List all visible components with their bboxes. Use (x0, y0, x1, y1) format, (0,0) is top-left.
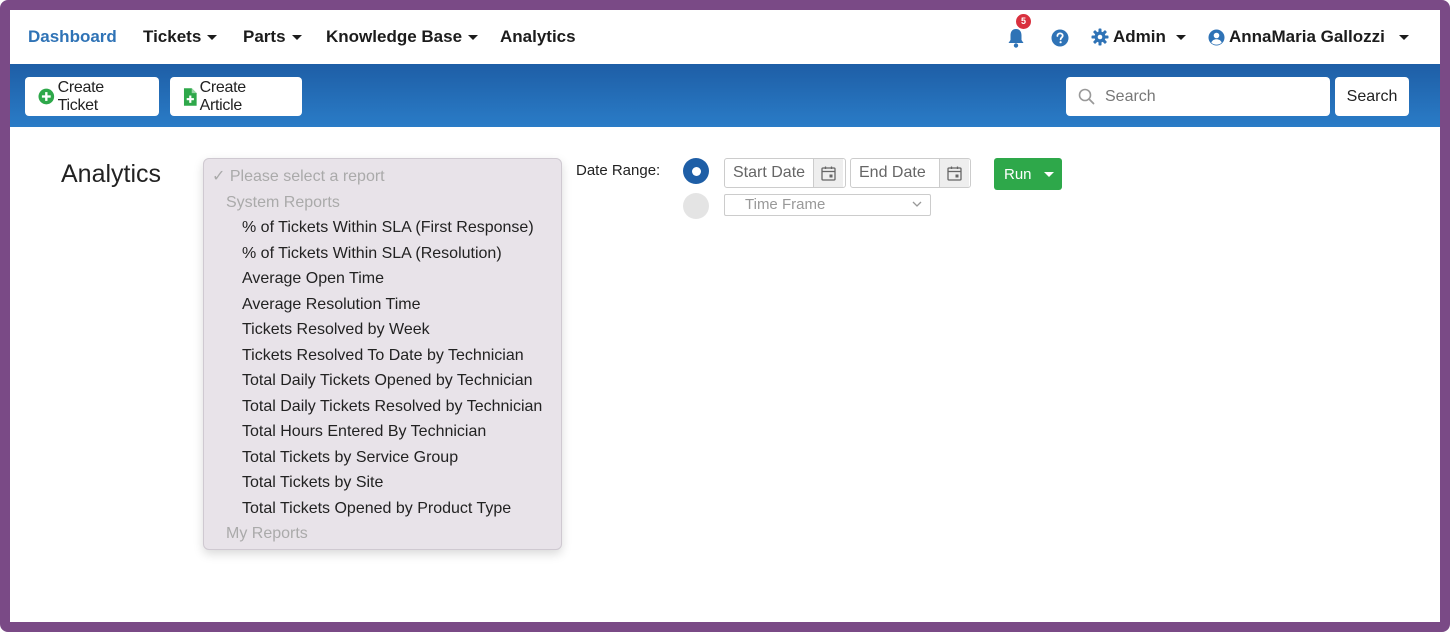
report-option-placeholder[interactable]: ✓ Please select a report (204, 164, 561, 190)
report-option[interactable]: Total Tickets Opened by Product Type (204, 496, 561, 522)
help-button[interactable] (1051, 29, 1069, 47)
gear-icon (1091, 28, 1109, 46)
calendar-icon (947, 166, 962, 181)
report-option[interactable]: Total Hours Entered By Technician (204, 419, 561, 445)
plus-circle-icon (38, 88, 55, 105)
report-option[interactable]: Average Open Time (204, 266, 561, 292)
report-option[interactable]: Tickets Resolved by Week (204, 317, 561, 343)
nav-admin[interactable]: Admin (1091, 27, 1186, 47)
nav-dashboard-label: Dashboard (28, 27, 117, 46)
nav-dashboard[interactable]: Dashboard (28, 27, 117, 47)
user-circle-icon (1208, 29, 1225, 45)
nav-parts-label: Parts (243, 27, 286, 46)
app-frame: Dashboard Tickets Parts Knowledge Base A… (0, 0, 1450, 632)
report-option[interactable]: % of Tickets Within SLA (Resolution) (204, 241, 561, 267)
chevron-down-icon (468, 34, 479, 40)
report-option[interactable]: Total Tickets by Service Group (204, 445, 561, 471)
report-option[interactable]: Tickets Resolved To Date by Technician (204, 343, 561, 369)
create-article-button[interactable]: Create Article (170, 77, 302, 116)
nav-analytics-label: Analytics (500, 27, 576, 46)
run-dropdown-caret-icon[interactable] (1044, 171, 1054, 177)
search-input[interactable] (1105, 87, 1305, 106)
end-date-input[interactable] (851, 159, 939, 187)
create-ticket-label: Create Ticket (57, 78, 105, 114)
search-field[interactable] (1066, 77, 1330, 116)
action-toolbar: Create Ticket Create Article Search (10, 64, 1440, 127)
file-plus-icon (183, 87, 197, 106)
nav-parts[interactable]: Parts (243, 27, 302, 47)
notifications-button[interactable] (1007, 28, 1027, 50)
chevron-down-icon (291, 34, 302, 40)
report-group-my: My Reports (226, 525, 308, 542)
run-button[interactable]: Run (994, 158, 1062, 190)
report-option[interactable]: Total Daily Tickets Opened by Technician (204, 368, 561, 394)
question-circle-icon (1051, 29, 1069, 47)
check-icon: ✓ (212, 168, 230, 185)
nav-tickets-label: Tickets (143, 27, 202, 46)
nav-user-label: AnnaMaria Gallozzi (1229, 27, 1385, 46)
chevron-down-icon (1175, 34, 1186, 40)
report-group-system: System Reports (226, 193, 340, 211)
date-range-radio[interactable] (683, 158, 709, 184)
chevron-down-icon (207, 34, 218, 40)
start-date-field[interactable] (724, 158, 846, 188)
end-date-calendar-button[interactable] (939, 159, 969, 187)
time-frame-select[interactable]: Time Frame (724, 194, 931, 216)
report-option[interactable]: Total Tickets by Site (204, 470, 561, 496)
start-date-calendar-button[interactable] (813, 159, 843, 187)
report-select-dropdown[interactable]: ✓ Please select a report System Reports … (203, 158, 562, 550)
nav-knowledge-base[interactable]: Knowledge Base (326, 27, 479, 47)
report-option[interactable]: % of Tickets Within SLA (First Response) (204, 215, 561, 241)
chevron-down-icon (1398, 34, 1409, 40)
time-frame-radio[interactable] (683, 193, 709, 219)
nav-user-menu[interactable]: AnnaMaria Gallozzi (1208, 27, 1409, 47)
bell-icon (1008, 29, 1024, 48)
nav-analytics[interactable]: Analytics (500, 27, 576, 47)
nav-knowledge-base-label: Knowledge Base (326, 27, 463, 46)
report-option[interactable]: Average Resolution Time (204, 292, 561, 318)
search-button[interactable]: Search (1335, 77, 1409, 116)
report-option[interactable]: Total Daily Tickets Resolved by Technici… (204, 394, 561, 420)
page-title: Analytics (61, 160, 162, 188)
date-range-label: Date Range: (576, 162, 661, 179)
nav-admin-label: Admin (1113, 27, 1166, 46)
create-ticket-button[interactable]: Create Ticket (25, 77, 159, 116)
start-date-input[interactable] (725, 159, 813, 187)
report-placeholder-label: Please select a report (229, 168, 385, 185)
run-button-label: Run (1004, 165, 1032, 183)
end-date-field[interactable] (850, 158, 971, 188)
chevron-down-icon (912, 201, 922, 207)
search-icon (1078, 88, 1095, 105)
notification-badge: 5 (1016, 14, 1031, 29)
calendar-icon (821, 166, 836, 181)
create-article-label: Create Article (199, 78, 247, 114)
top-navbar: Dashboard Tickets Parts Knowledge Base A… (10, 10, 1440, 64)
nav-tickets[interactable]: Tickets (143, 27, 218, 47)
time-frame-label: Time Frame (745, 196, 826, 213)
